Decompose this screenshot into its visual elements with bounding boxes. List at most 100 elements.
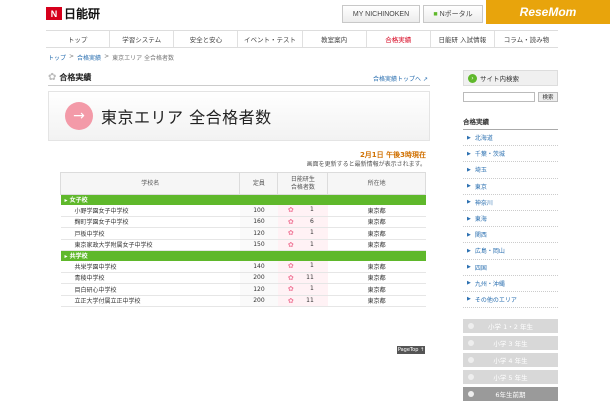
table-row: 戸板中学校 120 ✿ 1 東京都 <box>60 227 426 240</box>
capacity: 140 <box>239 260 278 273</box>
grade-label: 小学 3 年生 <box>493 340 528 348</box>
arrow-right-icon: ▶ <box>467 247 471 254</box>
location: 東京都 <box>327 283 426 296</box>
grade-list: 小学 1・2 年生 小学 3 年生 小学 4 年生 小学 5 年生 6年生前期 <box>463 319 558 404</box>
grade-button[interactable]: 小学 3 年生 <box>463 336 558 350</box>
grade-button[interactable]: 小学 4 年生 <box>463 353 558 367</box>
capacity: 160 <box>239 216 278 228</box>
location: 東京都 <box>327 216 426 228</box>
school-name: 青稜中学校 <box>60 272 240 284</box>
nav-item-classrooms[interactable]: 教室案内 <box>301 31 366 47</box>
arrow-right-icon: ▶ <box>467 215 471 222</box>
area-label: 関西 <box>474 232 487 240</box>
site-search-header: › サイト内検索 <box>463 70 558 86</box>
nav-item-top[interactable]: トップ <box>46 31 109 47</box>
nav-item-results[interactable]: 合格実績 <box>365 31 430 47</box>
nav-item-events[interactable]: イベント・テスト <box>237 31 301 47</box>
arrow-right-icon: ▶ <box>467 280 471 287</box>
location: 東京都 <box>327 295 426 307</box>
pass-count-cell: ✿ 1 <box>277 227 328 240</box>
sidebar-item-area[interactable]: ▶ 関西 <box>463 227 558 244</box>
grade-button[interactable]: 小学 1・2 年生 <box>463 319 558 333</box>
my-nichinoken-button[interactable]: MY NICHINOKEN <box>342 5 420 23</box>
global-nav: トップ 学習システム 安全と安心 イベント・テスト 教室案内 合格実績 日能研 … <box>46 30 558 48</box>
sakura-icon: ✿ <box>287 240 294 249</box>
arrow-circle-icon: → <box>65 102 93 130</box>
location: 東京都 <box>327 272 426 284</box>
results-top-link[interactable]: 合格実績トップへ ↗ <box>373 74 428 83</box>
arrow-right-icon: › <box>468 73 477 83</box>
pass-count: 1 <box>309 240 314 248</box>
sidebar: › サイト内検索 検索 合格実績 ▶ 北海道 ▶ 千葉・茨城 ▶ 埼玉 ▶ 東京 ▶ 神奈… <box>463 70 558 309</box>
grade-button[interactable]: 小学 5 年生 <box>463 370 558 384</box>
header: N 日能研 MY NICHINOKEN ■ Nポータル ReseMom <box>0 0 610 26</box>
site-search-form: 検索 <box>463 92 558 102</box>
sidebar-item-area[interactable]: ▶ 神奈川 <box>463 195 558 211</box>
resemom-watermark: ReseMom <box>486 0 610 24</box>
pass-count-cell: ✿ 1 <box>277 204 328 217</box>
sidebar-item-area[interactable]: ▶ 千葉・茨城 <box>463 146 558 163</box>
header-capacity: 定員 <box>239 172 279 195</box>
capacity: 100 <box>239 204 278 217</box>
nav-item-columns[interactable]: コラム・読み物 <box>493 31 558 47</box>
page-title: 東京エリア 全合格者数 <box>101 108 272 127</box>
sidebar-item-area[interactable]: ▶ 埼玉 <box>463 162 558 179</box>
pass-count: 1 <box>309 206 314 213</box>
school-name: 共栄学園中学校 <box>60 260 240 273</box>
page-top-button[interactable]: PageTop ↑ <box>397 346 425 354</box>
sidebar-item-area[interactable]: ▶ 東海 <box>463 211 558 228</box>
sidebar-item-area[interactable]: ▶ 広島・岡山 <box>463 243 558 260</box>
school-name: 麹町学園女子中学校 <box>60 216 240 228</box>
sidebar-item-area[interactable]: ▶ 四国 <box>463 260 558 276</box>
site-search-input[interactable] <box>463 92 535 102</box>
pass-count-cell: ✿ 1 <box>277 283 328 296</box>
school-name: 目白研心中学校 <box>60 283 240 296</box>
capacity: 150 <box>239 239 278 251</box>
arrow-right-icon: ▶ <box>467 134 471 141</box>
site-search-title: サイト内検索 <box>480 75 519 83</box>
area-label: 埼玉 <box>474 167 487 175</box>
nav-item-exam-info[interactable]: 日能研 入試情報 <box>429 31 494 47</box>
pass-count: 1 <box>309 262 314 269</box>
sakura-icon: ✿ <box>287 217 294 226</box>
grade-button[interactable]: 6年生前期 <box>463 387 558 401</box>
sidebar-item-area[interactable]: ▶ 九州・沖縄 <box>463 276 558 292</box>
site-logo[interactable]: N 日能研 <box>46 5 100 22</box>
nav-item-safety[interactable]: 安全と安心 <box>173 31 237 47</box>
school-name: 立正大学付属立正中学校 <box>60 295 240 307</box>
n-portal-button[interactable]: ■ Nポータル <box>423 5 483 23</box>
header-location: 所在地 <box>327 172 426 195</box>
school-name: 小野学園女子中学校 <box>60 204 240 217</box>
sidebar-item-area[interactable]: ▶ 北海道 <box>463 130 558 147</box>
breadcrumb-sep: > <box>104 53 110 60</box>
arrow-right-icon: ▶ <box>467 296 471 303</box>
dot-icon <box>468 340 474 346</box>
group-label: ▸ 共学校 <box>60 250 426 261</box>
arrow-right-icon: ▶ <box>467 264 471 271</box>
group-label-text: 共学校 <box>69 253 88 261</box>
section-header: ✿ 合格実績 合格実績トップへ ↗ <box>48 70 430 86</box>
area-list: ▶ 北海道 ▶ 千葉・茨城 ▶ 埼玉 ▶ 東京 ▶ 神奈川 ▶ 東海 ▶ 関西 ▶ 広島・岡山 … <box>463 130 558 309</box>
header-school-name: 学校名 <box>59 172 241 195</box>
site-search-button[interactable]: 検索 <box>538 92 558 102</box>
sidebar-item-area[interactable]: ▶ その他のエリア <box>463 292 558 309</box>
arrow-right-icon: ▶ <box>467 150 471 157</box>
portal-label: Nポータル <box>439 11 473 18</box>
breadcrumb: トップ > 合格実績 > 東京エリア 全合格者数 <box>48 53 174 62</box>
sakura-icon: ✿ <box>287 296 294 305</box>
breadcrumb-top[interactable]: トップ <box>48 53 66 62</box>
sidebar-item-area[interactable]: ▶ 東京 <box>463 179 558 195</box>
grade-label: 小学 4 年生 <box>493 357 528 365</box>
pass-count-cell: ✿ 1 <box>277 260 328 273</box>
location: 東京都 <box>327 227 426 240</box>
dot-icon <box>468 323 474 329</box>
dot-icon <box>468 357 474 363</box>
capacity: 200 <box>239 272 278 284</box>
sakura-icon: ✿ <box>287 285 294 294</box>
nav-item-learning[interactable]: 学習システム <box>109 31 173 47</box>
breadcrumb-results[interactable]: 合格実績 <box>77 53 101 62</box>
sidebar-category-title: 合格実績 <box>463 116 558 130</box>
pass-count: 11 <box>306 273 314 281</box>
arrow-right-icon: ▶ <box>467 183 471 190</box>
table-row: 共栄学園中学校 140 ✿ 1 東京都 <box>60 260 426 273</box>
